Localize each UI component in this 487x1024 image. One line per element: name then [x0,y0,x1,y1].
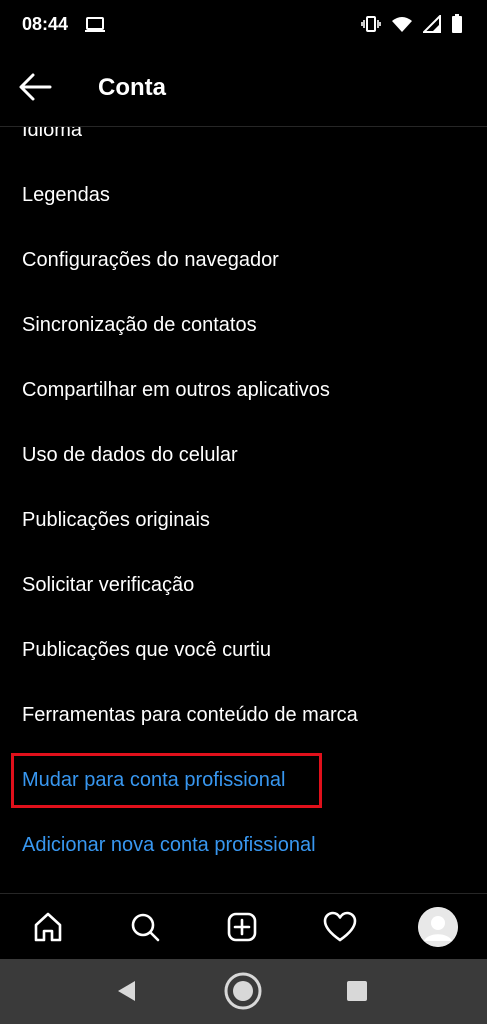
menu-item-ferramentas-conteudo-marca[interactable]: Ferramentas para conteúdo de marca [0,683,487,747]
top-app-bar: Conta [0,50,487,127]
menu-item-label: Publicações que você curtiu [22,638,272,661]
nav-activity-button[interactable] [320,907,360,947]
arrow-left-icon [19,73,52,101]
battery-icon [451,14,463,39]
system-recents-button[interactable] [337,971,377,1011]
menu-item-label: Configurações do navegador [22,248,279,271]
menu-item-configuracoes-navegador[interactable]: Configurações do navegador [0,228,487,292]
status-icons [361,13,463,39]
menu-item-compartilhar-outros-apps[interactable]: Compartilhar em outros aplicativos [0,358,487,422]
menu-item-label: Idioma [22,127,83,141]
recents-square-icon [347,981,367,1001]
system-home-button[interactable] [223,971,263,1011]
add-professional-account-link[interactable]: Adicionar nova conta profissional [0,813,487,877]
wifi-icon [391,15,413,38]
menu-item-publicacoes-curtidas[interactable]: Publicações que você curtiu [0,618,487,682]
signal-icon [421,13,441,38]
status-time: 08:44 [22,14,69,34]
vibrate-icon [361,15,381,38]
menu-item-label: Adicionar nova conta profissional [22,833,316,856]
menu-item-label: Publicações originais [22,508,210,531]
highlight-annotation [11,753,322,808]
menu-item-uso-dados-celular[interactable]: Uso de dados do celular [0,423,487,487]
menu-item-label: Solicitar verificação [22,573,195,596]
add-post-icon [227,912,257,942]
menu-item-label: Ferramentas para conteúdo de marca [22,703,358,726]
nav-search-button[interactable] [125,907,165,947]
settings-menu: Idioma Legendas Configurações do navegad… [0,127,487,893]
home-icon [34,912,62,942]
menu-item-label: Legendas [22,183,110,206]
system-back-button[interactable] [106,971,146,1011]
bottom-navigation [0,893,487,960]
menu-item-label: Compartilhar em outros aplicativos [22,378,330,401]
page-title: Conta [98,74,166,101]
menu-item-idioma[interactable]: Idioma [0,127,487,162]
search-icon [131,913,160,942]
menu-item-label: Sincronização de contatos [22,313,257,336]
menu-item-label: Uso de dados do celular [22,443,238,466]
menu-item-publicacoes-originais[interactable]: Publicações originais [0,488,487,552]
activity-heart-icon [323,911,357,942]
profile-avatar [418,907,458,947]
laptop-icon [84,16,106,39]
back-button[interactable] [18,72,58,104]
nav-profile-button[interactable] [418,907,458,947]
menu-item-legendas[interactable]: Legendas [0,163,487,227]
nav-home-button[interactable] [28,907,68,947]
system-navigation-bar [0,959,487,1024]
nav-create-button[interactable] [222,907,262,947]
back-triangle-icon [118,981,135,1001]
menu-item-solicitar-verificacao[interactable]: Solicitar verificação [0,553,487,617]
status-bar: 08:44 [0,0,487,50]
menu-item-sincronizacao-contatos[interactable]: Sincronização de contatos [0,293,487,357]
home-circle-icon [224,972,262,1010]
